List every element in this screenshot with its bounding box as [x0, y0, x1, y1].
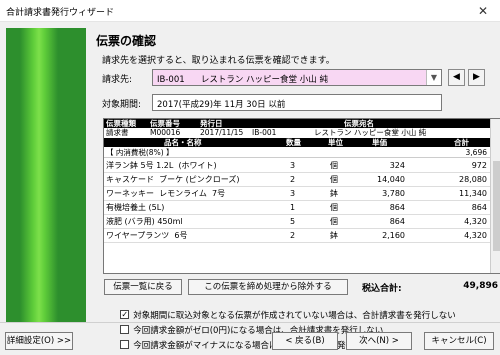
left-triangle-icon: ◀ [453, 72, 460, 82]
table-row: 洋ラン鉢 5号 1.2L (ホワイト) 3 個 324 972 [104, 159, 500, 173]
slip-info-row: 請求書 M00016 2017/11/15 IB-001 レストラン ハッピー食… [104, 128, 500, 138]
item-price: 864 [389, 203, 405, 212]
wizard-footer: 詳細設定(O) >> < 戻る(B) 次へ(N) > キャンセル(C) [0, 322, 500, 355]
item-qty: 3 [290, 161, 296, 170]
period-value: 2017(平成29)年 11月 30日 以前 [157, 100, 286, 110]
tax-group-amount: 3,696 [465, 148, 487, 157]
scrollbar-thumb[interactable] [493, 161, 500, 251]
right-triangle-icon: ▶ [473, 72, 480, 82]
total-label: 税込合計: [362, 284, 402, 294]
item-unit: 個 [330, 203, 338, 212]
tax-group-label: 【 内消費税(8%) 】 [106, 148, 174, 157]
item-amount: 972 [471, 161, 487, 170]
details-button[interactable]: 詳細設定(O) >> [5, 332, 73, 350]
next-customer-button[interactable]: ▶ [468, 69, 485, 86]
item-name: 有機培養土 (5L) [106, 203, 165, 212]
table-row: キャスケード ブーケ (ピンクローズ) 2 個 14,040 28,080 [104, 173, 500, 187]
item-qty: 2 [290, 175, 296, 184]
title-bar: 合計請求書発行ウィザード ✕ [0, 0, 500, 22]
customer-label: 請求先: [102, 75, 133, 85]
table-row: ワーネッキー レモンライム 7号 3 鉢 3,780 11,340 [104, 187, 500, 201]
item-unit: 個 [330, 161, 338, 170]
item-amount: 864 [471, 203, 487, 212]
slip-addressee: レストラン ハッピー食堂 小山 純 [314, 128, 427, 137]
prev-customer-button[interactable]: ◀ [448, 69, 465, 86]
vertical-scrollbar[interactable] [490, 119, 500, 273]
item-name: 洋ラン鉢 5号 1.2L (ホワイト) [106, 161, 217, 170]
table-row: 液肥 (バラ用) 450ml 5 個 864 4,320 [104, 215, 500, 229]
item-price: 864 [389, 217, 405, 226]
next-button[interactable]: 次へ(N) > [346, 332, 412, 350]
slip-date: 2017/11/15 [200, 128, 244, 137]
table-row: 有機培養土 (5L) 1 個 864 864 [104, 201, 500, 215]
slip-header-bar: 伝票種類 伝票番号 発行日 伝票宛名 [104, 119, 500, 128]
col-qty: 数量 [286, 138, 301, 147]
total-value: 49,896 [463, 281, 498, 291]
side-banner-glow [20, 28, 58, 322]
item-unit: 個 [330, 217, 338, 226]
customer-value: IB-001 レストラン ハッピー食堂 小山 純 [157, 75, 328, 85]
tax-group-row: 【 内消費税(8%) 】 3,696 [104, 148, 500, 158]
page-title: 伝票の確認 [96, 34, 157, 48]
item-name: キャスケード ブーケ (ピンクローズ) [106, 175, 240, 184]
header-addressee: 伝票宛名 [344, 119, 374, 128]
item-price: 2,160 [382, 231, 405, 240]
slip-type: 請求書 [106, 128, 129, 137]
item-unit: 個 [330, 175, 338, 184]
item-price: 14,040 [377, 175, 405, 184]
page-description: 請求先を選択すると、取り込まれる伝票を確認できます。 [102, 56, 335, 66]
item-qty: 5 [290, 217, 296, 226]
side-banner [6, 28, 86, 322]
item-qty: 3 [290, 189, 296, 198]
col-item: 品名・名称 [164, 138, 202, 147]
item-qty: 2 [290, 231, 296, 240]
content-area: 伝票の確認 請求先を選択すると、取り込まれる伝票を確認できます。 請求先: IB… [96, 22, 500, 351]
item-amount: 4,320 [464, 217, 487, 226]
item-price: 3,780 [382, 189, 405, 198]
period-field: 2017(平成29)年 11月 30日 以前 [152, 94, 442, 111]
wizard-client: 伝票の確認 請求先を選択すると、取り込まれる伝票を確認できます。 請求先: IB… [0, 22, 500, 355]
item-amount: 28,080 [459, 175, 487, 184]
window-title: 合計請求書発行ウィザード [6, 8, 115, 18]
customer-select[interactable]: IB-001 レストラン ハッピー食堂 小山 純 ▼ [152, 69, 442, 86]
slip-preview: 伝票種類 伝票番号 発行日 伝票宛名 請求書 M00016 2017/11/15… [103, 118, 500, 274]
item-amount: 11,340 [459, 189, 487, 198]
slip-customer-code: IB-001 [252, 128, 277, 137]
item-rows: 洋ラン鉢 5号 1.2L (ホワイト) 3 個 324 972 キャスケード ブーケ (ピ… [104, 159, 500, 243]
col-amount: 合計 [454, 138, 469, 147]
exclude-slip-button[interactable]: この伝票を締め処理から除外する [188, 279, 348, 295]
item-name: ワーネッキー レモンライム 7号 [106, 189, 226, 198]
back-button[interactable]: < 戻る(B) [272, 332, 338, 350]
header-number: 伝票番号 [150, 119, 180, 128]
item-price: 324 [389, 161, 405, 170]
item-unit: 鉢 [330, 231, 338, 240]
header-date: 発行日 [200, 119, 223, 128]
header-type: 伝票種類 [106, 119, 136, 128]
slip-list-button[interactable]: 伝票一覧に戻る [104, 279, 182, 295]
item-columns-header: 品名・名称 数量 単位 単価 合計 [104, 138, 500, 147]
item-name: 液肥 (バラ用) 450ml [106, 217, 183, 226]
chevron-down-icon[interactable]: ▼ [426, 70, 441, 85]
cancel-button[interactable]: キャンセル(C) [424, 332, 494, 350]
slip-number: M00016 [150, 128, 181, 137]
item-qty: 1 [290, 203, 296, 212]
table-row: ワイヤープランツ 6号 2 鉢 2,160 4,320 [104, 229, 500, 243]
item-unit: 鉢 [330, 189, 338, 198]
col-unit: 単位 [328, 138, 343, 147]
col-price: 単価 [372, 138, 387, 147]
period-label: 対象期間: [102, 100, 142, 110]
close-icon[interactable]: ✕ [466, 0, 500, 22]
item-name: ワイヤープランツ 6号 [106, 231, 188, 240]
item-amount: 4,320 [464, 231, 487, 240]
